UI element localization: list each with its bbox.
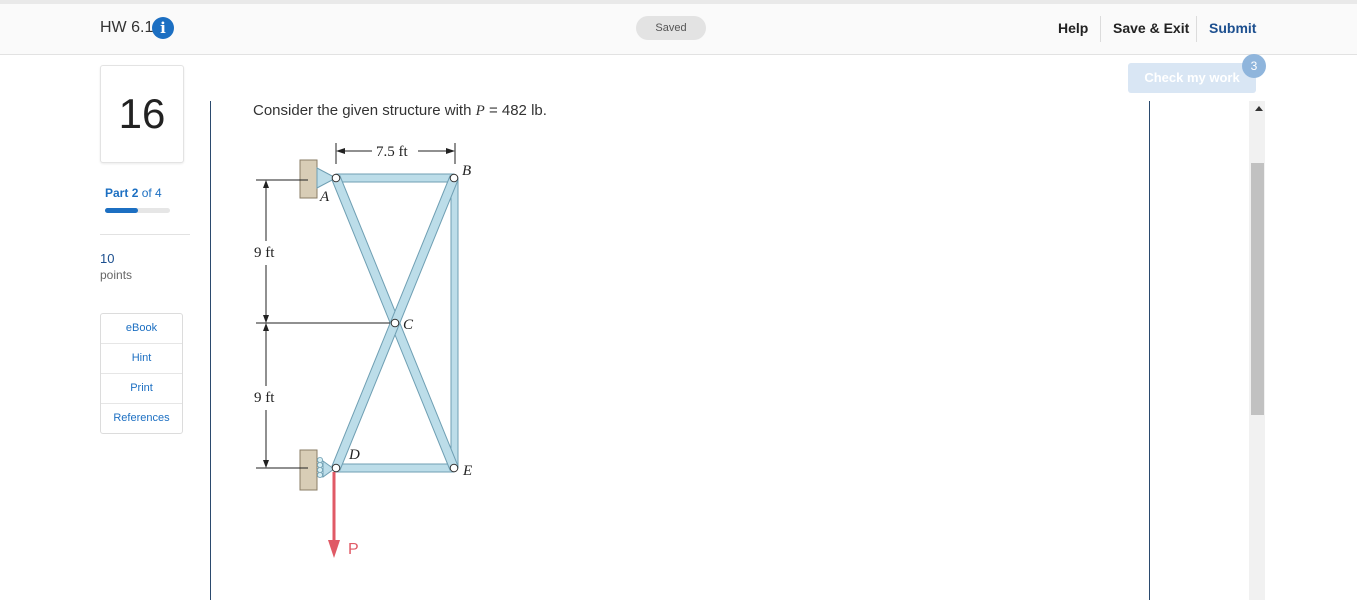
load-arrow-p bbox=[328, 472, 340, 558]
ebook-button[interactable]: eBook bbox=[101, 314, 182, 344]
question-number-card: 16 bbox=[100, 65, 184, 163]
scrollbar-thumb[interactable] bbox=[1251, 163, 1264, 415]
label-a: A bbox=[319, 189, 330, 205]
question-prompt: Consider the given structure with P = 48… bbox=[253, 102, 547, 120]
part-total: of 4 bbox=[141, 186, 162, 200]
label-d: D bbox=[348, 447, 360, 463]
part-word: Part bbox=[105, 186, 129, 200]
saved-status-badge: Saved bbox=[636, 16, 706, 40]
points-value: 10 bbox=[100, 251, 115, 266]
load-label-p: P bbox=[348, 541, 359, 558]
joint-c bbox=[390, 318, 400, 328]
label-c: C bbox=[403, 317, 414, 333]
question-text-after: = 482 lb. bbox=[484, 102, 547, 119]
part-current: 2 bbox=[131, 186, 139, 200]
part-progress-bar bbox=[105, 208, 170, 213]
joint-e bbox=[449, 463, 459, 473]
part-progress-fill bbox=[105, 208, 138, 213]
save-exit-link[interactable]: Save & Exit bbox=[1113, 20, 1189, 36]
references-button[interactable]: References bbox=[101, 404, 182, 433]
help-link[interactable]: Help bbox=[1058, 20, 1088, 36]
label-e: E bbox=[462, 463, 472, 479]
header-divider bbox=[1196, 16, 1197, 42]
header-bar: HW 6.1 i Saved Help Save & Exit Submit bbox=[0, 4, 1357, 55]
question-variable: P bbox=[475, 103, 485, 119]
label-b: B bbox=[462, 163, 471, 179]
print-button[interactable]: Print bbox=[101, 374, 182, 404]
check-my-work-button[interactable]: Check my work bbox=[1128, 63, 1256, 93]
content-right-border bbox=[1149, 101, 1150, 600]
header-divider bbox=[1100, 16, 1101, 42]
sidebar-divider bbox=[100, 234, 190, 235]
info-icon[interactable]: i bbox=[152, 17, 174, 39]
submit-link[interactable]: Submit bbox=[1209, 20, 1256, 36]
assignment-title: HW 6.1 bbox=[100, 19, 154, 36]
joint-b bbox=[449, 173, 459, 183]
check-attempts-badge: 3 bbox=[1242, 54, 1266, 78]
member-be bbox=[450, 177, 459, 469]
part-indicator: Part 2 of 4 bbox=[105, 186, 162, 200]
wall-support-a bbox=[299, 159, 318, 199]
dimension-left bbox=[256, 179, 390, 469]
points-label: points bbox=[100, 268, 133, 282]
resource-buttons: eBook Hint Print References bbox=[100, 313, 183, 434]
joint-a bbox=[331, 173, 341, 183]
content-left-border bbox=[210, 101, 211, 600]
truss-figure: 7.5 ft 9 ft 9 ft A B C D E P bbox=[254, 143, 472, 558]
dimension-lower-label: 9 ft bbox=[254, 390, 275, 406]
joint-d bbox=[331, 463, 341, 473]
wall-support-d bbox=[299, 449, 318, 491]
member-ab bbox=[335, 173, 455, 183]
member-de bbox=[335, 463, 455, 473]
dimension-upper-label: 9 ft bbox=[254, 245, 275, 261]
scroll-up-arrow-icon[interactable] bbox=[1255, 106, 1263, 111]
dimension-top-label: 7.5 ft bbox=[376, 144, 408, 160]
hint-button[interactable]: Hint bbox=[101, 344, 182, 374]
question-text-before: Consider the given structure with bbox=[253, 102, 476, 119]
roller-support-d bbox=[317, 456, 335, 478]
